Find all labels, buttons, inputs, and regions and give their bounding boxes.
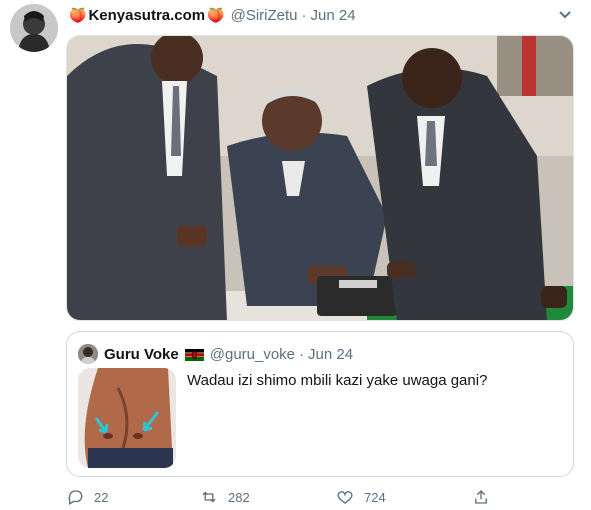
peach-emoji-icon: 🍑 (207, 6, 225, 23)
quoted-tweet[interactable]: Guru Voke @guru_voke · Jun 24 Wadau izi … (66, 331, 574, 477)
tweet-date[interactable]: Jun 24 (311, 7, 356, 24)
reply-count: 22 (94, 489, 109, 505)
quoted-header: Guru Voke @guru_voke · Jun 24 (78, 344, 353, 364)
quoted-thumbnail (78, 368, 176, 468)
peach-emoji-icon: 🍑 (69, 6, 87, 23)
quoted-avatar (78, 344, 98, 364)
retweet-icon (202, 491, 216, 503)
heart-icon (337, 491, 353, 504)
reply-icon (68, 490, 83, 505)
reply-button[interactable]: 22 (66, 488, 108, 506)
retweet-button[interactable]: 282 (200, 488, 250, 506)
quoted-text: Wadau izi shimo mbili kazi yake uwaga ga… (187, 372, 488, 389)
chevron-down-icon[interactable] (557, 8, 573, 22)
author-avatar[interactable] (10, 4, 58, 52)
quoted-author-handle: @guru_voke (209, 345, 296, 363)
separator-dot: · (299, 345, 305, 363)
tweet-actions: 22 282 724 (66, 488, 496, 508)
separator-dot: · (301, 6, 307, 24)
retweet-count: 282 (228, 489, 250, 505)
like-button[interactable]: 724 (336, 488, 386, 506)
quoted-author-name: Guru Voke (104, 345, 179, 363)
author-name[interactable]: Kenyasutra.com (88, 7, 205, 24)
tweet-header: 🍑 Kenyasutra.com 🍑 @SiriZetu · Jun 24 (67, 5, 356, 25)
share-icon (475, 490, 487, 504)
quoted-date: Jun 24 (308, 345, 354, 363)
tweet-photo[interactable] (66, 35, 574, 321)
author-handle[interactable]: @SiriZetu (231, 7, 298, 24)
kenya-flag-icon (184, 348, 204, 361)
like-count: 724 (364, 489, 386, 505)
share-button[interactable] (472, 488, 500, 506)
